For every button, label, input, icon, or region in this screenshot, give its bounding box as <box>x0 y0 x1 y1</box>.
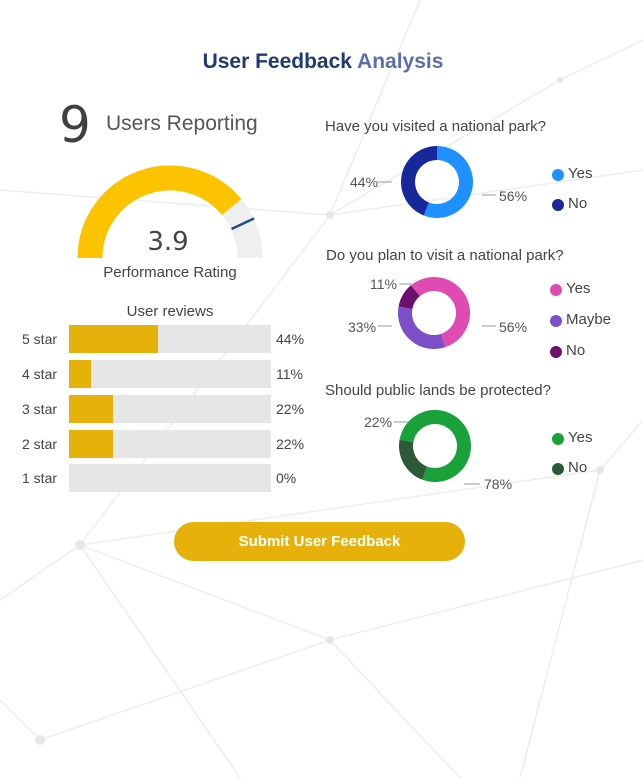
legend-text: Maybe <box>566 311 612 328</box>
legend-dot <box>552 433 564 445</box>
review-label: 1 star <box>22 470 58 486</box>
review-row-4-star: 4 star 11% <box>22 360 322 390</box>
q2-leader-lines <box>378 283 496 327</box>
review-row-2-star: 2 star 22% <box>22 430 322 460</box>
review-bar-track <box>69 360 271 388</box>
users-label: Users Reporting <box>106 112 258 135</box>
review-bar-track <box>69 430 271 458</box>
legend-text: Yes <box>568 165 593 182</box>
legend-dot <box>550 315 562 327</box>
review-label: 4 star <box>22 366 58 382</box>
gauge-value: 3.9 <box>147 227 189 257</box>
review-bar <box>69 325 158 353</box>
review-percent: 22% <box>276 401 305 417</box>
legend-text: Yes <box>566 280 591 297</box>
review-bar <box>69 360 92 388</box>
review-label: 2 star <box>22 436 58 452</box>
q1-title: Have you visited a national park? <box>325 118 546 135</box>
reviews-title: User reviews <box>126 303 214 320</box>
q3-label-no: 22% <box>364 414 393 430</box>
review-label: 5 star <box>22 331 58 347</box>
q2-label-maybe: 33% <box>348 319 377 335</box>
q3-title: Should public lands be protected? <box>325 382 551 399</box>
review-row-3-star: 3 star 22% <box>22 395 322 425</box>
gauge-label: Performance Rating <box>103 264 237 281</box>
title-part-2: Analysis <box>357 50 444 73</box>
q3-leader-lines <box>394 421 480 485</box>
review-bar-track <box>69 464 271 492</box>
q2-title: Do you plan to visit a national park? <box>326 247 564 264</box>
review-label: 3 star <box>22 401 58 417</box>
review-percent: 11% <box>276 366 303 382</box>
legend-dot <box>552 463 564 475</box>
legend-text: No <box>568 195 588 212</box>
review-bar <box>69 430 114 458</box>
legend-text: No <box>568 459 588 476</box>
legend-text: Yes <box>568 429 593 446</box>
review-bar-track <box>69 325 271 353</box>
submit-feedback-button[interactable]: Submit User Feedback <box>174 522 465 561</box>
review-percent: 44% <box>276 331 305 347</box>
legend-text: No <box>566 342 586 359</box>
review-row-1-star: 1 star 0% <box>22 464 322 494</box>
review-bar <box>69 395 114 423</box>
review-row-5-star: 5 star 44% <box>22 325 322 355</box>
page-title: User Feedback Analysis <box>0 50 643 74</box>
users-count: 9 <box>59 96 91 154</box>
title-part-1: User Feedback <box>202 50 352 73</box>
review-percent: 22% <box>276 436 305 452</box>
legend-dot <box>552 169 564 181</box>
q1-leader-lines <box>378 181 496 196</box>
review-percent: 0% <box>276 470 297 486</box>
q1-label-no: 44% <box>350 174 379 190</box>
legend-dot <box>550 284 562 296</box>
legend-dot <box>552 199 564 211</box>
legend-dot <box>550 346 562 358</box>
review-bar-track <box>69 395 271 423</box>
